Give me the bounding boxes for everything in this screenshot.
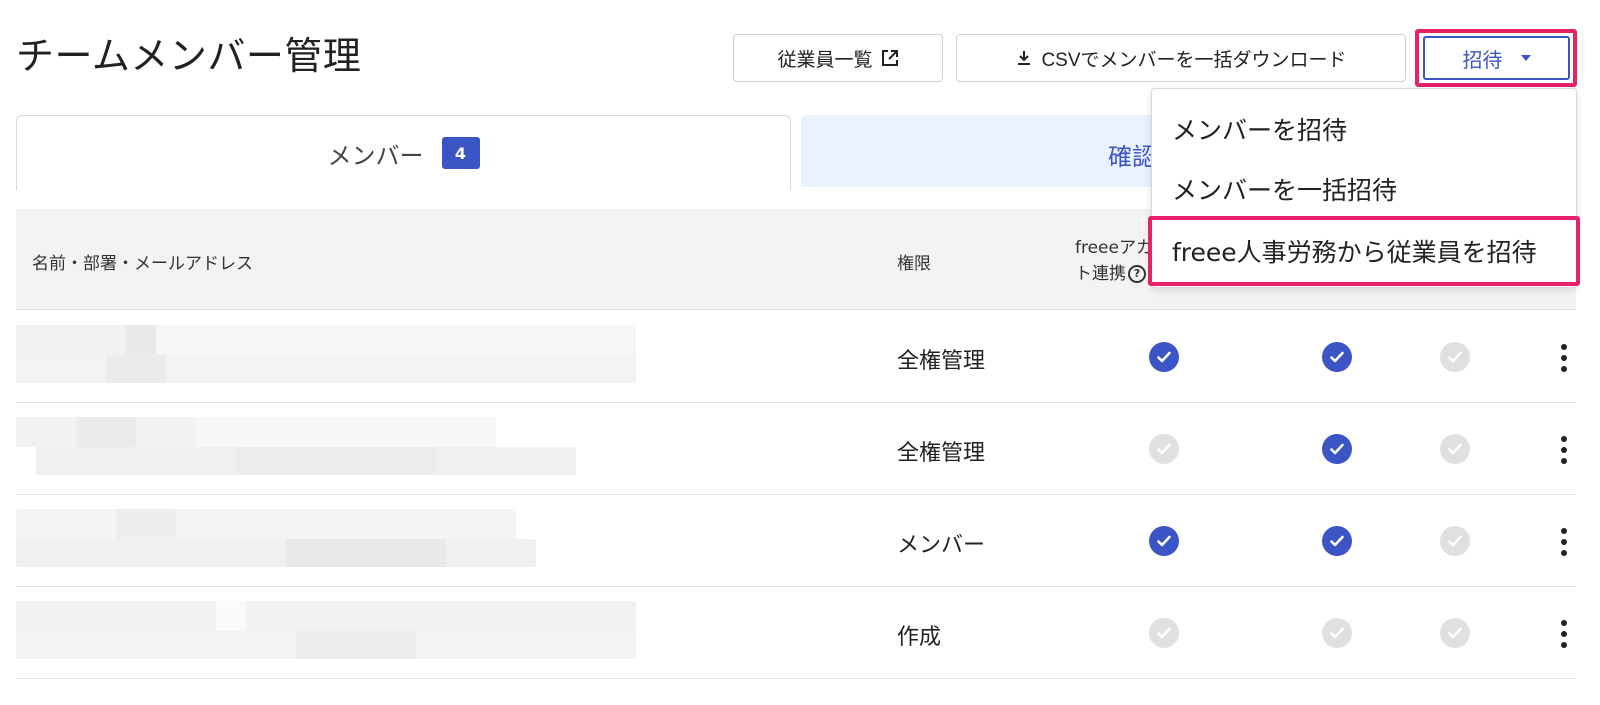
menu-item-highlight [1148, 216, 1580, 286]
role-cell: メンバー [897, 533, 986, 558]
more-options-icon[interactable] [1554, 525, 1574, 559]
employee-list-label: 従業員一覧 [777, 49, 873, 71]
invite-button[interactable]: 招待 [1423, 36, 1570, 80]
caret-down-icon [1520, 55, 1531, 61]
redacted-member-info [16, 325, 656, 389]
role-cell: 全権管理 [897, 349, 986, 374]
check-circle-icon [1322, 526, 1352, 556]
redacted-member-info [16, 601, 656, 665]
csv-download-button[interactable]: CSVでメンバーを一括ダウンロード [956, 34, 1406, 82]
check-circle-icon [1149, 342, 1179, 372]
check-circle-disabled-icon [1149, 434, 1179, 464]
check-circle-icon [1322, 342, 1352, 372]
role-cell: 作成 [897, 625, 942, 650]
table-row[interactable]: 作成 [16, 587, 1576, 679]
check-circle-disabled-icon [1440, 434, 1470, 464]
table-row[interactable]: メンバー [16, 495, 1576, 587]
check-circle-icon [1322, 434, 1352, 464]
check-circle-disabled-icon [1322, 618, 1352, 648]
table-row[interactable]: 全権管理 [16, 403, 1576, 495]
redacted-member-info [16, 417, 656, 481]
column-header-name: 名前・部署・メールアドレス [32, 254, 253, 274]
tab-members-label: メンバー [327, 141, 424, 170]
role-cell: 全権管理 [897, 441, 986, 466]
menu-item-bulk-invite[interactable]: メンバーを一括招待 [1172, 171, 1397, 207]
check-circle-icon [1149, 526, 1179, 556]
check-circle-disabled-icon [1440, 618, 1470, 648]
redacted-member-info [16, 509, 656, 573]
check-circle-disabled-icon [1440, 342, 1470, 372]
page-title: チームメンバー管理 [16, 34, 362, 78]
check-circle-disabled-icon [1440, 526, 1470, 556]
download-icon [1018, 51, 1031, 65]
check-circle-disabled-icon [1149, 618, 1179, 648]
menu-item-invite-member[interactable]: メンバーを招待 [1172, 111, 1347, 147]
invite-label: 招待 [1462, 49, 1503, 72]
more-options-icon[interactable] [1554, 617, 1574, 651]
tab-members[interactable]: メンバー 4 [16, 115, 791, 190]
external-link-icon [881, 50, 898, 66]
member-count-badge: 4 [441, 137, 480, 169]
column-header-freee-line2: ト連携 [1075, 264, 1126, 284]
employee-list-button[interactable]: 従業員一覧 [733, 34, 943, 82]
table-row[interactable]: 全権管理 [16, 311, 1576, 403]
more-options-icon[interactable] [1554, 341, 1574, 375]
csv-download-label: CSVでメンバーを一括ダウンロード [1041, 49, 1347, 71]
column-header-role: 権限 [897, 254, 931, 274]
tab-confirm-label: 確認 [1108, 143, 1156, 171]
help-icon[interactable]: ? [1128, 265, 1146, 283]
more-options-icon[interactable] [1554, 433, 1574, 467]
